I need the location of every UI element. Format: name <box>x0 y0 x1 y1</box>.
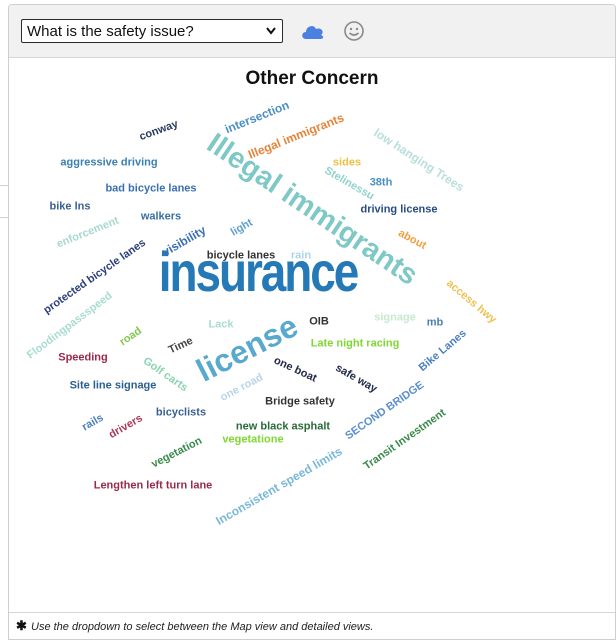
word-cloud-term[interactable]: Lack <box>208 319 233 331</box>
word-cloud-term[interactable]: mb <box>427 317 444 329</box>
word-cloud-term[interactable]: access hwy <box>444 277 499 326</box>
word-cloud-term[interactable]: bad bicycle lanes <box>105 183 196 195</box>
word-cloud-term[interactable]: intersection <box>223 98 291 136</box>
word-cloud-term[interactable]: aggressive driving <box>60 157 157 169</box>
word-cloud-term[interactable]: bicyclists <box>156 407 206 419</box>
word-cloud-term[interactable]: bike lns <box>50 201 91 213</box>
footer: ✱ Use the dropdown to select between the… <box>9 612 615 639</box>
word-cloud-term[interactable]: about <box>396 227 428 252</box>
footer-note: Use the dropdown to select between the M… <box>31 621 374 633</box>
word-cloud-term[interactable]: Site line signage <box>70 380 157 392</box>
word-cloud-term[interactable]: bicycle lanes <box>207 250 276 262</box>
word-cloud-term[interactable]: walkers <box>141 211 181 223</box>
word-cloud-term[interactable]: OIB <box>309 316 329 328</box>
word-cloud-term[interactable]: road <box>118 325 144 349</box>
cloud-icon[interactable] <box>300 21 326 41</box>
word-cloud-term[interactable]: signage <box>374 312 416 324</box>
word-cloud-term[interactable]: Lengthen left turn lane <box>94 480 213 492</box>
word-cloud-term[interactable]: light <box>229 217 255 239</box>
word-cloud-term[interactable]: sides <box>333 157 361 169</box>
asterisk-icon: ✱ <box>16 618 27 633</box>
word-cloud-term[interactable]: drivers <box>107 412 145 441</box>
word-cloud-term[interactable]: rain <box>291 250 311 262</box>
chevron-down-icon <box>266 27 276 35</box>
wordcloud-panel: What is the safety issue? Other Concern … <box>8 4 616 640</box>
word-cloud-term[interactable]: 38th <box>370 177 393 189</box>
chart-title: Other Concern <box>245 68 379 89</box>
word-cloud-term[interactable]: Stelinessu <box>322 165 376 203</box>
word-cloud-term[interactable]: Bike Lanes <box>417 327 469 374</box>
toolbar: What is the safety issue? <box>9 5 615 58</box>
word-cloud-term[interactable]: driving license <box>360 204 437 216</box>
word-cloud-term[interactable]: Late night racing <box>311 338 400 350</box>
word-cloud-term[interactable]: conway <box>138 118 180 143</box>
word-cloud-term[interactable]: vegetation <box>150 435 204 471</box>
word-cloud-term[interactable]: Speeding <box>58 352 108 364</box>
word-cloud-term[interactable]: Bridge safety <box>265 396 335 408</box>
word-cloud-term[interactable]: rails <box>80 412 106 434</box>
word-cloud-term[interactable]: one boat <box>272 354 319 384</box>
word-cloud-term[interactable]: vegetatione <box>222 434 283 446</box>
word-cloud-term[interactable]: enforcement <box>55 215 121 251</box>
word-cloud-term[interactable]: new black asphalt <box>236 421 330 433</box>
word-cloud-term[interactable]: Time <box>167 335 195 357</box>
word-cloud: Other Concern insurance Illegal immigrant… <box>9 58 615 613</box>
view-select-dropdown[interactable]: What is the safety issue? <box>21 19 283 43</box>
word-cloud-term[interactable]: Inconsistent speed limits <box>213 444 344 528</box>
view-select-value: What is the safety issue? <box>27 23 194 40</box>
word-cloud-term[interactable]: safe way <box>333 362 379 395</box>
smiley-face-icon[interactable] <box>342 19 366 43</box>
